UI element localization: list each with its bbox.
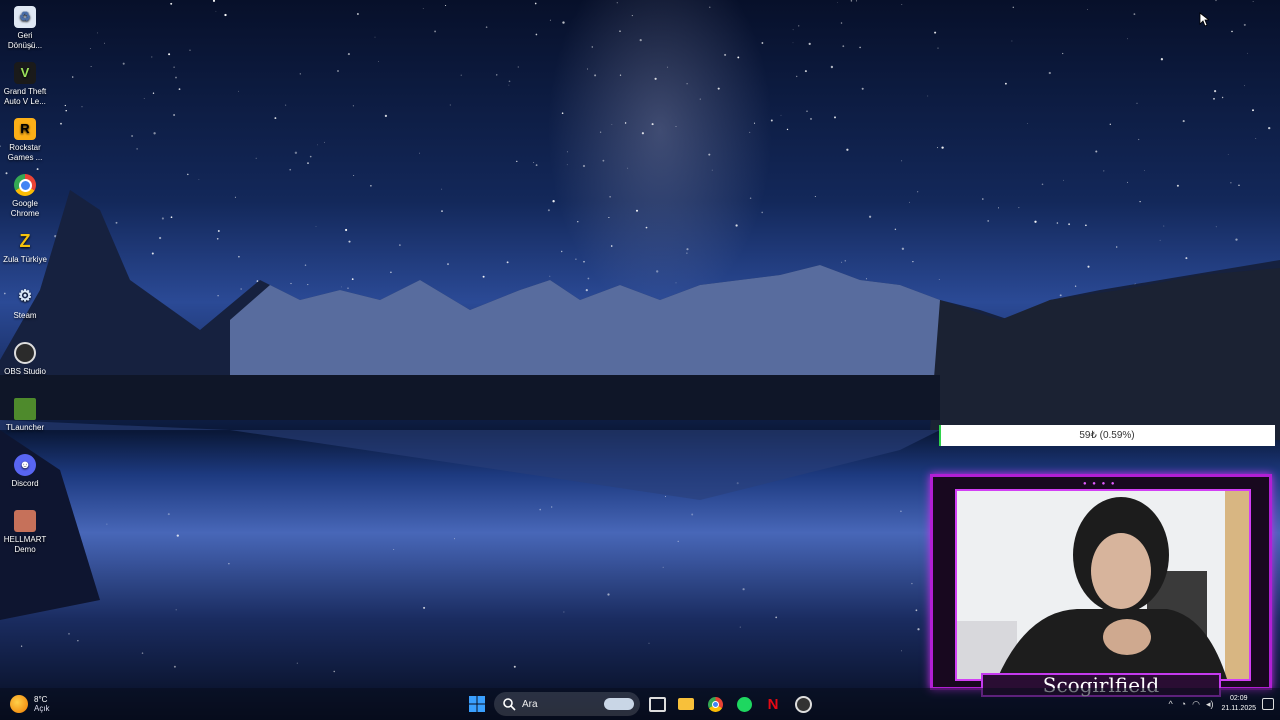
donation-goal-fill: [939, 425, 941, 446]
donation-goal-text: 59₺ (0.59%): [1079, 430, 1135, 441]
search-placeholder: Ara: [522, 698, 538, 710]
chrome-icon: [14, 174, 36, 196]
hellmart-icon: [14, 510, 36, 532]
weather-condition: Açık: [34, 704, 50, 713]
webcam-frame-decoration: ● ● ● ●: [1083, 481, 1117, 487]
gta-v-icon: V: [14, 62, 36, 84]
webcam-person-image: [957, 491, 1249, 679]
weather-sun-icon: [10, 695, 28, 713]
search-icon: [503, 698, 516, 711]
desktop-icon-zula[interactable]: Z Zula Türkiye: [0, 226, 50, 265]
taskbar-task-view[interactable]: [647, 694, 667, 714]
network-icon[interactable]: ◔: [1181, 699, 1186, 709]
notification-icon[interactable]: [1262, 698, 1274, 710]
desktop-icon-label: Rockstar Games ...: [7, 143, 43, 162]
start-button[interactable]: [467, 694, 487, 714]
tlauncher-icon: [14, 398, 36, 420]
clock[interactable]: 02:09 21.11.2025: [1221, 694, 1256, 714]
desktop-icon-label: Steam: [13, 311, 37, 320]
desktop-icon-label: Discord: [11, 479, 39, 488]
wifi-icon[interactable]: ◠: [1192, 699, 1200, 710]
volume-icon[interactable]: ◂): [1206, 699, 1214, 710]
desktop-icon-gta-v[interactable]: V Grand Theft Auto V Le...: [0, 58, 50, 107]
zula-icon: Z: [19, 231, 31, 251]
taskbar-file-explorer[interactable]: [676, 694, 696, 714]
search-highlight-icon: [604, 698, 634, 710]
desktop-icon-steam[interactable]: ⚙ Steam: [0, 282, 50, 321]
donation-goal-bar: 59₺ (0.59%): [939, 425, 1275, 446]
file-explorer-icon: [678, 698, 694, 710]
taskbar-netflix[interactable]: N: [763, 694, 783, 714]
desktop-icon-label: TLauncher: [5, 423, 45, 432]
desktop-icon-tlauncher[interactable]: TLauncher: [0, 394, 50, 433]
system-tray: ^ ◔ ◠ ◂) 02:09 21.11.2025: [1168, 692, 1274, 716]
desktop-icon-label: Geri Dönüşü...: [7, 31, 43, 50]
desktop-icon-label: HELLMART Demo: [3, 535, 47, 554]
desktop-icon-obs[interactable]: OBS Studio: [0, 338, 50, 377]
clock-date: 21.11.2025: [1221, 705, 1256, 712]
desktop-icon-hellmart[interactable]: HELLMART Demo: [0, 506, 50, 555]
obs-icon: [14, 342, 36, 364]
chrome-icon: [707, 696, 723, 712]
weather-widget[interactable]: 8°C Açık: [10, 692, 50, 716]
obs-icon: [794, 695, 812, 713]
webcam-overlay: ● ● ● ● Scogirlfield: [930, 474, 1272, 697]
desktop-icon-recycle-bin[interactable]: ♻ Geri Dönüşü...: [0, 2, 50, 51]
desktop-icon-discord[interactable]: ☻ Discord: [0, 450, 50, 489]
steam-icon: ⚙: [17, 288, 33, 305]
taskbar-obs[interactable]: [793, 694, 813, 714]
discord-icon: ☻: [14, 454, 36, 476]
desktop-icon-chrome[interactable]: Google Chrome: [0, 170, 50, 219]
desktop-icon-label: Zula Türkiye: [3, 255, 47, 264]
taskbar: 8°C Açık Ara N ^ ◔ ◠ ◂) 02:09 21.11.2025: [0, 688, 1280, 720]
weather-temperature: 8°C: [34, 695, 48, 704]
spotify-icon: [736, 696, 752, 712]
rockstar-icon: R: [14, 118, 36, 140]
task-view-icon: [648, 696, 666, 712]
clock-time: 02:09: [1229, 695, 1248, 702]
tray-overflow-icon[interactable]: ^: [1168, 699, 1172, 709]
taskbar-chrome[interactable]: [705, 694, 725, 714]
taskbar-spotify[interactable]: [734, 694, 754, 714]
webcam-feed: [955, 489, 1251, 681]
desktop-icon-label: Google Chrome: [10, 199, 40, 218]
desktop-icon-label: OBS Studio: [4, 367, 46, 376]
recycle-bin-icon: ♻: [14, 6, 36, 28]
start-icon: [469, 696, 485, 712]
netflix-icon: N: [767, 695, 779, 713]
mouse-cursor-icon: [1199, 12, 1209, 27]
desktop-icon-label: Grand Theft Auto V Le...: [3, 87, 47, 106]
search-input[interactable]: Ara: [494, 692, 640, 716]
desktop-icon-rockstar[interactable]: R Rockstar Games ...: [0, 114, 50, 163]
